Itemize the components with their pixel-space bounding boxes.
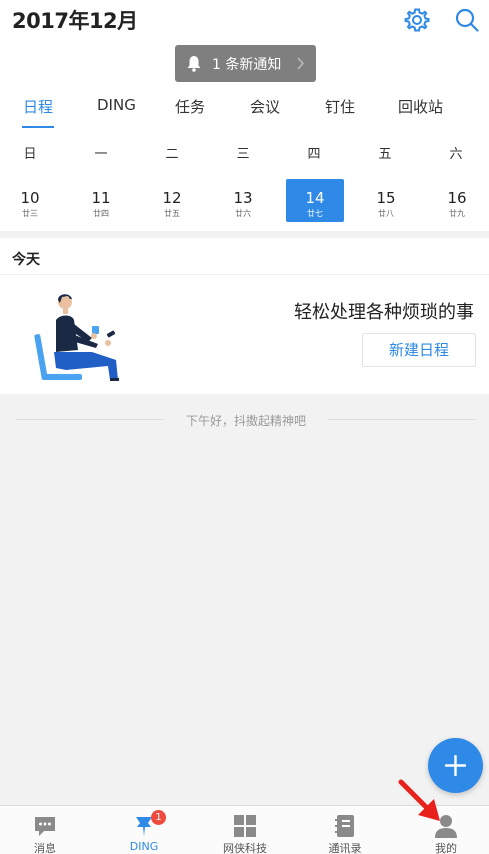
nav-label: 通讯录 [328,842,362,854]
tab-tasks[interactable]: 任务 [175,96,205,117]
bell-icon [187,56,201,72]
lunar-date: 廿五 [164,209,180,218]
notification-badge: 1 [151,810,166,825]
lunar-date: 廿九 [449,209,465,218]
grid-icon [234,815,256,837]
new-schedule-button[interactable]: 新建日程 [362,333,476,367]
nav-label: DING [129,840,159,853]
chat-bubble-icon [35,817,55,836]
notification-text: 1 条新通知 [212,57,282,73]
nav-item-ding[interactable]: DING [95,806,193,854]
today-label: 今天 [12,252,40,268]
nav-item-contacts[interactable]: 通讯录 [296,806,394,854]
nav-label: 我的 [435,842,457,854]
search-icon[interactable] [454,7,480,33]
day-number: 16 [447,189,467,207]
top-panel: 2017年12月 1 条新通知 日程 DING 任务 会议 钉住 回收站 日 一… [0,0,489,231]
slogan-text: 轻松处理各种烦琐的事 [294,302,474,323]
calendar-day[interactable]: 11 廿四 [72,179,130,222]
calendar-day[interactable]: 15 廿八 [357,179,415,222]
tab-meetings[interactable]: 会议 [250,96,280,117]
day-number: 10 [20,189,40,207]
day-number: 11 [91,189,111,207]
lunar-date: 廿三 [22,209,38,218]
tab-ding[interactable]: DING [97,96,136,114]
nav-label: 消息 [34,842,56,854]
weekday-label: 五 [378,147,392,162]
active-tab-indicator [22,126,54,128]
nav-item-workspace[interactable]: 网侠科技 [196,806,294,854]
weekday-label: 六 [449,147,463,162]
weekday-label: 二 [165,147,179,162]
calendar-day[interactable]: 12 廿五 [143,179,201,222]
greeting-row: 下午好，抖擞起精神吧 [16,410,476,430]
weekday-label: 日 [23,147,37,162]
person-with-phone-illustration [34,294,119,381]
address-book-icon [335,815,354,837]
weekday-label: 一 [94,147,108,162]
calendar-day[interactable]: 10 廿三 [1,179,59,222]
gear-icon[interactable] [404,7,430,33]
notification-toast[interactable]: 1 条新通知 [175,45,316,82]
today-section: 今天 轻松处理各种烦琐的事 新建日程 [0,238,489,394]
weekday-label: 四 [307,147,321,162]
lunar-date: 廿八 [378,209,394,218]
calendar-day[interactable]: 16 廿九 [428,179,486,222]
chevron-right-icon [297,57,305,70]
tab-recycle-bin[interactable]: 回收站 [398,96,443,117]
month-title[interactable]: 2017年12月 [12,5,138,35]
calendar-day[interactable]: 13 廿六 [214,179,272,222]
day-number: 13 [233,189,253,207]
nav-item-messages[interactable]: 消息 [0,806,94,854]
red-arrow-annotation [398,779,440,821]
lunar-date: 廿七 [307,209,323,218]
weekday-label: 三 [236,147,250,162]
tab-schedule[interactable]: 日程 [23,96,53,117]
tab-bar: 日程 DING 任务 会议 钉住 回收站 [0,92,489,130]
lunar-date: 廿六 [235,209,251,218]
calendar-day-selected[interactable]: 14 廿七 [286,179,344,222]
day-number: 12 [162,189,182,207]
nav-label: 网侠科技 [223,842,267,854]
tab-pinned[interactable]: 钉住 [325,96,355,117]
day-number: 14 [305,189,325,207]
lunar-date: 廿四 [93,209,109,218]
divider [0,274,489,275]
greeting-text: 下午好，抖擞起精神吧 [185,414,306,428]
day-number: 15 [376,189,396,207]
plus-icon [445,755,466,776]
